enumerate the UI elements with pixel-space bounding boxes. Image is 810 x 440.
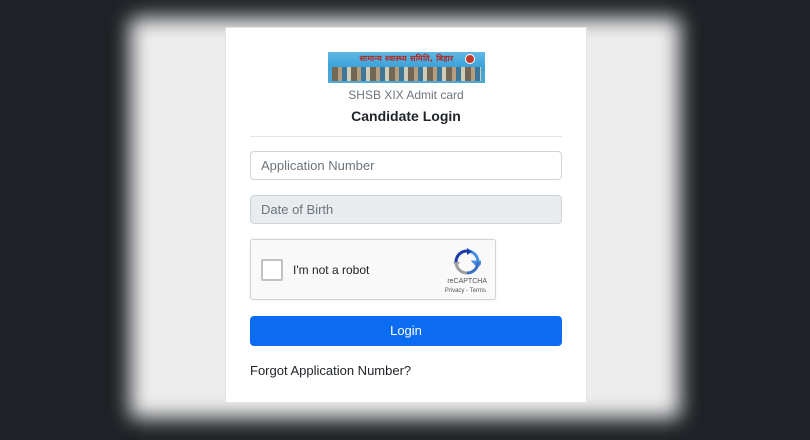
application-number-input[interactable]: Application Number bbox=[250, 151, 562, 180]
recaptcha-widget: I'm not a robot reCAPTCHA Privacy - Term… bbox=[250, 239, 496, 300]
recaptcha-checkbox[interactable] bbox=[261, 259, 283, 281]
backdrop-right bbox=[668, 0, 810, 440]
recaptcha-brand: reCAPTCHA bbox=[447, 278, 487, 285]
page-subtitle: SHSB XIX Admit card bbox=[348, 88, 464, 102]
forgot-application-number-link[interactable]: Forgot Application Number? bbox=[250, 363, 411, 378]
banner-text: सामान्य स्वास्थ्य समिति, बिहार bbox=[359, 54, 454, 63]
login-card: सामान्य स्वास्थ्य समिति, बिहार SHSB XIX … bbox=[225, 27, 587, 403]
banner-photo-strip bbox=[332, 67, 481, 81]
recaptcha-logo-icon bbox=[453, 248, 481, 275]
login-button[interactable]: Login bbox=[250, 316, 562, 346]
recaptcha-label: I'm not a robot bbox=[293, 263, 370, 277]
divider bbox=[250, 136, 562, 137]
header-banner-logo: सामान्य स्वास्थ्य समिति, बिहार bbox=[328, 52, 485, 83]
recaptcha-privacy-terms-link[interactable]: Privacy - Terms bbox=[445, 288, 486, 294]
seal-icon bbox=[465, 54, 475, 64]
date-of-birth-input[interactable]: Date of Birth bbox=[250, 195, 562, 224]
backdrop-left bbox=[0, 0, 142, 440]
page-title: Candidate Login bbox=[351, 108, 461, 124]
